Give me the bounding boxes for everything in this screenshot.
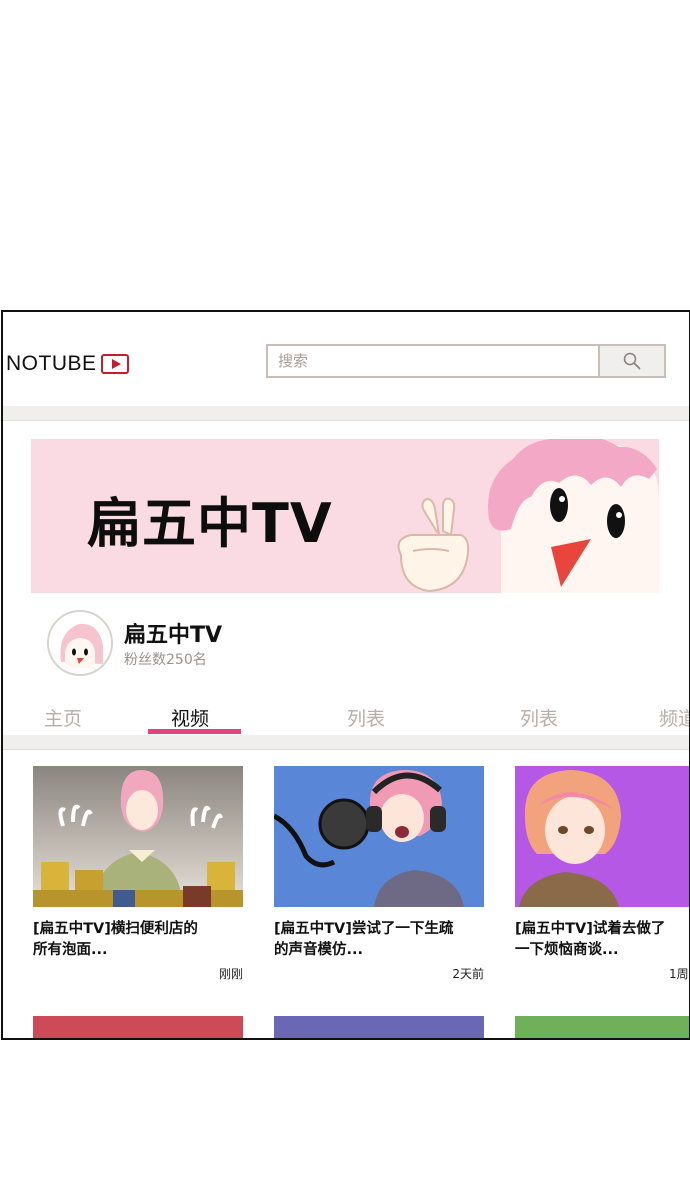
search-bar <box>266 344 666 378</box>
peace-hand-icon <box>397 497 470 593</box>
thumbnail-ramen-image <box>33 766 243 907</box>
channel-banner: 扁五中TV <box>31 439 659 593</box>
video-title[interactable]: [扁五中TV]横扫便利店的 所有泡面... <box>33 919 243 961</box>
thumbnail-girl-image <box>515 766 689 907</box>
notube-logo[interactable]: NOTUBE <box>6 350 129 378</box>
video-thumbnail[interactable] <box>274 766 484 907</box>
video-title[interactable]: [扁五中TV]尝试了一下生疏 的声音模仿... <box>274 919 484 961</box>
video-thumbnail[interactable] <box>274 1016 484 1038</box>
video-thumbnail[interactable] <box>515 766 689 907</box>
video-thumbnail[interactable] <box>33 1016 243 1038</box>
tab-channel[interactable]: 频道 <box>659 704 689 731</box>
play-icon <box>100 354 129 374</box>
tab-list-1[interactable]: 列表 <box>347 704 385 731</box>
tab-list-2[interactable]: 列表 <box>520 704 558 731</box>
top-header: NOTUBE <box>3 312 689 406</box>
app-window: NOTUBE 扁五中TV <box>1 310 690 1040</box>
video-card[interactable]: [扁五中TV]尝试了一下生疏 的声音模仿... 2天前 <box>274 766 484 982</box>
search-icon <box>623 352 641 370</box>
video-title-line: 所有泡面... <box>33 942 108 958</box>
search-input[interactable] <box>266 344 598 378</box>
channel-avatar[interactable] <box>47 610 113 676</box>
video-title-line: 的声音模仿... <box>274 942 364 958</box>
banner-illustration <box>397 439 659 593</box>
tab-home[interactable]: 主页 <box>44 704 82 731</box>
video-title-line: [扁五中TV]试着去做了 <box>515 921 666 937</box>
video-timestamp: 1周前 <box>669 967 689 981</box>
video-card[interactable]: [扁五中TV]试着去做了 一下烦恼商谈... 1周前 <box>515 766 689 982</box>
header-divider <box>3 406 689 421</box>
search-button[interactable] <box>598 344 666 378</box>
channel-name: 扁五中TV <box>124 623 223 648</box>
subscriber-count: 粉丝数250名 <box>124 652 207 668</box>
video-thumbnail[interactable] <box>33 766 243 907</box>
logo-text: NOTUBE <box>6 352 97 375</box>
avatar-face-icon <box>49 612 111 674</box>
tab-videos[interactable]: 视频 <box>171 704 209 731</box>
tabs-divider <box>3 735 689 750</box>
video-thumbnail[interactable] <box>515 1016 689 1038</box>
video-timestamp: 刚刚 <box>218 967 243 981</box>
video-title-line: 一下烦恼商谈... <box>515 942 619 958</box>
active-tab-indicator <box>148 729 241 734</box>
thumbnail-microphone-image <box>274 766 484 907</box>
character-face-icon <box>488 439 659 593</box>
video-card[interactable]: [扁五中TV]横扫便利店的 所有泡面... 刚刚 <box>33 766 243 982</box>
video-timestamp: 2天前 <box>452 967 484 981</box>
video-title[interactable]: [扁五中TV]试着去做了 一下烦恼商谈... <box>515 919 689 961</box>
video-title-line: [扁五中TV]尝试了一下生疏 <box>274 921 454 937</box>
video-title-line: [扁五中TV]横扫便利店的 <box>33 921 198 937</box>
